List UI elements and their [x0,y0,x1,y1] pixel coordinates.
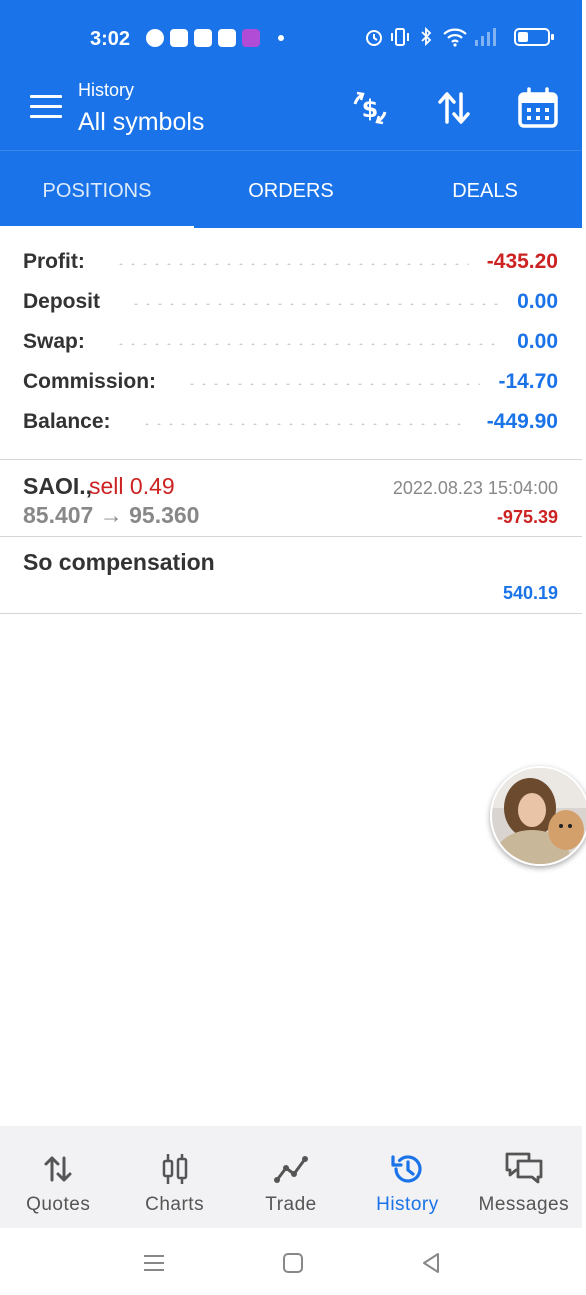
history-icon [391,1155,423,1183]
account-summary: Profit: -435.20 Deposit 0.00 Swap: 0.00 … [0,242,582,442]
youtube-icon [194,29,212,47]
balance-value: -449.90 [486,410,558,433]
nav-label: Messages [478,1194,570,1215]
trade-icon [274,1156,309,1183]
nav-label: Trade [265,1194,317,1215]
calendar-icon[interactable] [516,86,560,130]
system-status-icons [364,26,554,48]
dotted-leader [140,423,469,425]
status-time: 3:02 [90,28,131,50]
nav-history[interactable]: History [349,1126,465,1228]
deal-prices: 85.407 → 95.360 [23,502,200,528]
commission-label: Commission: [23,370,157,393]
recent-apps-icon[interactable] [141,1250,167,1276]
summary-row-profit: Profit: -435.20 [0,242,582,282]
back-icon[interactable] [418,1250,444,1276]
tab-positions[interactable]: POSITIONS [0,151,194,230]
nav-label: History [376,1194,439,1215]
vibrate-icon [391,28,409,46]
summary-row-commission: Commission: -14.70 [0,362,582,402]
status-bar: 3:02 [0,0,582,78]
notification-icons [146,29,284,47]
more-notifications-icon [278,35,284,41]
swap-value: 0.00 [517,330,558,353]
deal-time: 2022.08.23 15:04:00 [392,478,558,498]
wifi-icon [443,28,467,47]
avatar-photo [492,768,586,864]
deposit-label: Deposit [23,290,101,313]
messages-icon [505,1152,543,1184]
deal-row[interactable]: SAOI., sell 0.49 2022.08.23 15:04:00 85.… [0,460,582,536]
swap-label: Swap: [23,330,85,353]
nav-charts[interactable]: Charts [116,1126,232,1228]
summary-row-deposit: Deposit 0.00 [0,282,582,322]
profit-value: -435.20 [486,250,558,273]
dotted-leader [114,343,500,345]
facebook-icon [146,29,164,47]
summary-row-swap: Swap: 0.00 [0,322,582,362]
divider [0,613,582,614]
compensation-row[interactable]: So compensation 540.19 [0,537,582,613]
system-navigation-bar [0,1228,582,1295]
summary-row-balance: Balance: -449.90 [0,402,582,442]
charts-icon [162,1154,187,1184]
tab-deals[interactable]: DEALS [388,151,582,228]
compensation-title: So compensation [23,549,215,575]
nav-quotes[interactable]: Quotes [0,1126,116,1228]
quotes-icon [44,1156,72,1182]
profit-label: Profit: [23,250,85,273]
history-tabs: POSITIONS ORDERS DEALS [0,150,582,230]
hamburger-menu-icon[interactable] [30,95,62,123]
app-notification-icon [242,29,260,47]
nav-label: Quotes [26,1194,91,1215]
dotted-leader [130,303,500,305]
deal-profit: -975.39 [496,507,558,527]
signal-icon [475,28,496,46]
bottom-navigation: Quotes Charts Trade History Messages [0,1126,582,1228]
bluetooth-icon [421,26,432,47]
balance-label: Balance: [23,410,111,433]
sort-icon[interactable] [432,86,476,130]
alarm-icon [366,30,382,46]
deposit-value: 0.00 [517,290,558,313]
toolbar-subtitle: History [78,80,135,100]
nav-messages[interactable]: Messages [466,1126,582,1228]
app-toolbar: History All symbols $ [0,78,582,150]
dotted-leader [114,263,469,265]
nav-label: Charts [145,1194,205,1215]
symbol-filter-title[interactable]: All symbols [78,108,204,137]
battery-icon [514,28,554,46]
tab-orders[interactable]: ORDERS [194,151,388,228]
notes-icon [218,29,236,47]
svg-text:$: $ [362,95,379,123]
deal-side-volume: sell 0.49 [89,473,175,499]
dotted-leader [186,383,481,385]
nav-trade[interactable]: Trade [233,1126,349,1228]
floating-chat-avatar[interactable] [490,766,586,866]
currency-exchange-icon[interactable]: $ [348,86,392,130]
commission-value: -14.70 [498,370,558,393]
deal-symbol: SAOI., [23,473,93,499]
photos-icon [170,29,188,47]
compensation-value: 540.19 [502,583,558,603]
home-icon[interactable] [280,1250,306,1276]
